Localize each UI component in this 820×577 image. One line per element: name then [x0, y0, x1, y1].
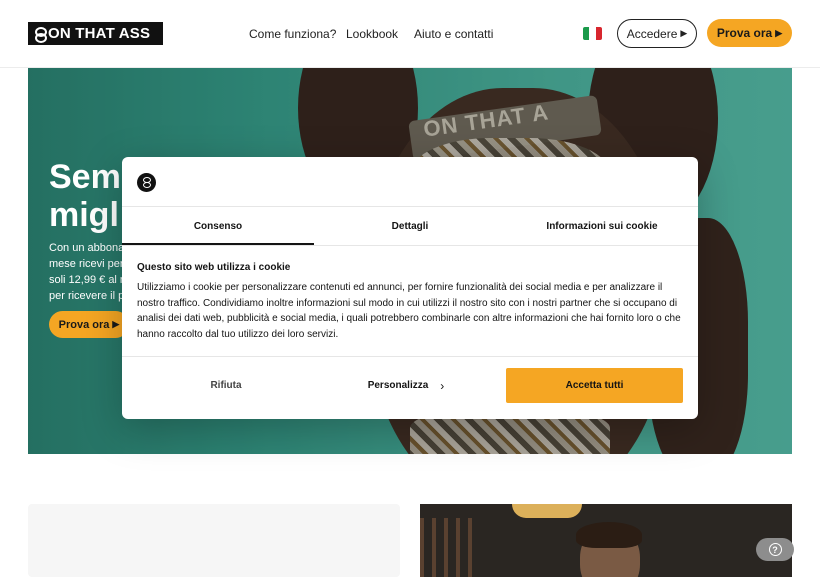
divider — [122, 245, 698, 246]
content-card-right-photo — [420, 504, 792, 577]
hero-title-line2: migl — [49, 196, 119, 234]
accept-all-button[interactable]: Accetta tutti — [506, 368, 683, 403]
login-button[interactable]: Accedere ▶ — [617, 19, 697, 48]
stairs-railing — [420, 518, 480, 577]
hero-title-line1: Sem — [49, 158, 121, 196]
site-header: ON THAT ASS Come funziona? Lookbook Aiut… — [0, 0, 820, 68]
cookie-heading: Questo sito web utilizza i cookie — [137, 262, 291, 273]
hero-title: Sem migl — [49, 158, 121, 234]
content-card-left — [28, 504, 400, 577]
brand-logo-icon — [137, 173, 156, 192]
tab-consent[interactable]: Consenso — [122, 207, 314, 245]
hero-text-line: Con un abbona — [49, 242, 125, 254]
help-button[interactable]: ? — [756, 538, 794, 561]
hero-try-button[interactable]: Prova ora ▶ — [49, 311, 129, 338]
logo-mark-icon — [34, 26, 47, 43]
nav-item-help[interactable]: Aiuto e contatti — [414, 27, 493, 41]
tab-details[interactable]: Dettagli — [314, 207, 506, 245]
divider — [122, 356, 698, 357]
hero-text-line: soli 12,99 € al m — [49, 274, 130, 286]
cookie-consent-dialog: Consenso Dettagli Informazioni sui cooki… — [122, 157, 698, 419]
chevron-right-icon: › — [440, 378, 445, 393]
hero-text-line: mese ricevi per — [49, 258, 124, 270]
hero-text-line: per ricevere il p — [49, 290, 125, 302]
customize-button[interactable]: Personalizza › — [317, 368, 495, 403]
nav-item-how-it-works[interactable]: Come funziona? — [249, 27, 336, 41]
nav-item-lookbook[interactable]: Lookbook — [346, 27, 398, 41]
chevron-right-icon: ▶ — [775, 27, 783, 38]
try-now-button[interactable]: Prova ora ▶ — [707, 19, 792, 47]
ceiling-lamp — [512, 504, 582, 518]
logo-text: ON THAT ASS — [48, 25, 151, 42]
reject-button[interactable]: Rifiuta — [137, 368, 315, 403]
try-label: Prova ora — [716, 26, 773, 40]
italy-flag-icon[interactable] — [583, 27, 602, 40]
login-label: Accedere — [626, 26, 678, 41]
hero-text: Con un abbona mese ricevi per soli 12,99… — [49, 240, 129, 304]
hero-cta-label: Prova ora — [58, 318, 110, 331]
customize-label: Personalizza — [367, 380, 429, 391]
chevron-right-icon: ▶ — [680, 28, 688, 38]
question-icon: ? — [768, 543, 782, 556]
brand-logo[interactable]: ON THAT ASS — [28, 22, 163, 45]
tab-about-cookies[interactable]: Informazioni sui cookie — [506, 207, 698, 245]
chevron-right-icon: ▶ — [112, 319, 120, 329]
person-hair — [576, 522, 642, 548]
cookie-description: Utilizziamo i cookie per personalizzare … — [137, 282, 681, 340]
